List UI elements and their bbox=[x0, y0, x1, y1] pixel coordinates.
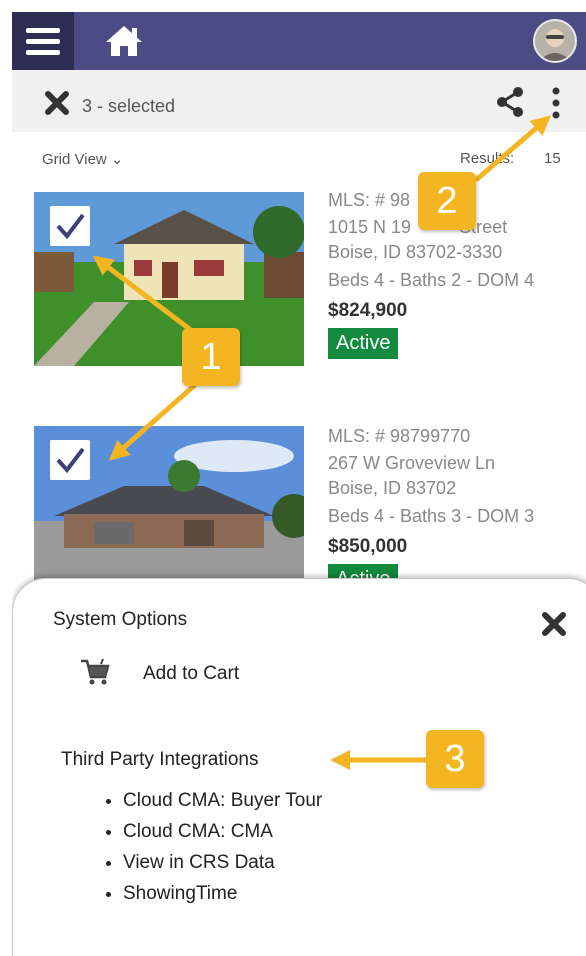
hamburger-icon[interactable] bbox=[12, 12, 74, 70]
listing-card[interactable]: MLS: # 986 1015 N 19Street Boise, ID 837… bbox=[12, 190, 586, 392]
listing-price: $824,900 bbox=[328, 300, 408, 321]
top-app-bar bbox=[12, 12, 586, 70]
listing-details: Beds 4 - Baths 3 - DOM 3 bbox=[328, 506, 535, 526]
integrations-list: Cloud CMA: Buyer Tour Cloud CMA: CMA Vie… bbox=[101, 785, 322, 909]
integration-cloud-cma[interactable]: Cloud CMA: CMA bbox=[123, 816, 322, 847]
selected-count: 3 - selected bbox=[82, 96, 176, 116]
listing-city: Boise, ID 83702 bbox=[328, 478, 457, 498]
listing-details: Beds 4 - Baths 2 - DOM 4 bbox=[328, 270, 535, 290]
selection-bar: 3 - selected bbox=[12, 70, 586, 132]
user-avatar[interactable] bbox=[533, 19, 577, 63]
mls-number: MLS: # 98799770 bbox=[328, 426, 471, 446]
listing-city: Boise, ID 83702-3330 bbox=[328, 242, 503, 262]
listing-photo[interactable] bbox=[34, 192, 304, 366]
integration-crs-data[interactable]: View in CRS Data bbox=[123, 847, 322, 878]
callout-1: 1 bbox=[182, 328, 240, 386]
third-party-heading: Third Party Integrations bbox=[61, 749, 259, 770]
listing-price: $850,000 bbox=[328, 536, 408, 557]
app-frame: 3 - selected Grid View ⌄ Results: 15 MLS… bbox=[12, 12, 586, 956]
checkbox-checked[interactable] bbox=[50, 206, 90, 246]
home-icon[interactable] bbox=[104, 24, 144, 58]
close-icon[interactable] bbox=[44, 90, 70, 116]
grid-view-dropdown[interactable]: Grid View ⌄ bbox=[42, 150, 124, 168]
checkbox-checked[interactable] bbox=[50, 440, 90, 480]
cart-icon[interactable] bbox=[79, 657, 111, 687]
results-label: Results: bbox=[460, 150, 515, 167]
callout-2: 2 bbox=[418, 172, 476, 230]
grid-toolbar: Grid View ⌄ Results: 15 bbox=[12, 150, 586, 176]
callout-3: 3 bbox=[426, 730, 484, 788]
close-icon[interactable] bbox=[541, 611, 567, 637]
results-count: 15 bbox=[544, 150, 561, 167]
integration-showingtime[interactable]: ShowingTime bbox=[123, 878, 322, 909]
integration-cloud-cma-buyer-tour[interactable]: Cloud CMA: Buyer Tour bbox=[123, 785, 322, 816]
status-badge: Active bbox=[328, 328, 399, 359]
sheet-title: System Options bbox=[53, 609, 188, 630]
system-options-sheet: System Options Add to Cart Third Party I… bbox=[12, 578, 586, 956]
chevron-down-icon: ⌄ bbox=[110, 151, 124, 168]
listing-photo[interactable] bbox=[34, 426, 304, 600]
kebab-icon[interactable] bbox=[544, 86, 568, 120]
add-to-cart-option[interactable]: Add to Cart bbox=[143, 663, 239, 685]
listing-address: 267 W Groveview Ln bbox=[328, 453, 496, 473]
share-icon[interactable] bbox=[494, 86, 526, 118]
